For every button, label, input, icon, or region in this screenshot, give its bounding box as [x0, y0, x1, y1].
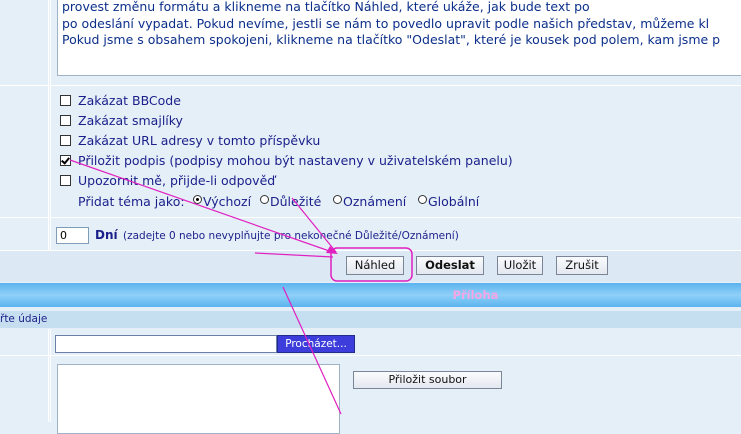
notify-reply-checkbox[interactable]: [60, 175, 71, 186]
message-line: provest změnu formátu a klikneme na tlač…: [62, 0, 590, 14]
notify-reply-label: Upozornit mě, přijde-li odpověď: [78, 173, 276, 188]
topic-type-label: Přidat téma jako:: [78, 194, 185, 209]
duration-label: Dní: [95, 228, 118, 242]
submit-button[interactable]: Odeslat: [416, 256, 484, 275]
topic-type-sticky-label: Důležité: [270, 194, 322, 209]
attachment-subheader-text: řte údaje: [0, 313, 48, 325]
topic-type-radio-default[interactable]: [193, 195, 202, 204]
disable-urls-checkbox[interactable]: [60, 135, 71, 146]
column-divider: [50, 0, 51, 250]
column-divider: [48, 329, 49, 422]
disable-smilies-label: Zakázat smajlíky: [78, 113, 183, 128]
topic-type-announcement-label: Oznámení: [343, 194, 407, 209]
file-path-input[interactable]: [55, 335, 277, 353]
attachment-header: Příloha: [0, 283, 741, 307]
save-button[interactable]: Uložit: [497, 256, 543, 275]
message-textarea[interactable]: provest změnu formátu a klikneme na tlač…: [57, 0, 741, 76]
topic-type-global-label: Globální: [428, 194, 480, 209]
preview-button[interactable]: Náhled: [346, 256, 404, 275]
row-divider: [0, 85, 741, 86]
disable-urls-label: Zakázat URL adresy v tomto příspěvku: [78, 133, 321, 148]
attach-file-button[interactable]: Přiložit soubor: [353, 371, 502, 389]
row-divider: [0, 355, 741, 356]
disable-bbcode-checkbox[interactable]: [60, 95, 71, 106]
disable-bbcode-label: Zakázat BBCode: [78, 93, 181, 108]
topic-type-radio-sticky[interactable]: [260, 195, 269, 204]
column-divider: [50, 329, 51, 422]
column-divider: [48, 0, 49, 250]
row-divider: [0, 217, 741, 218]
duration-days-input[interactable]: [56, 227, 89, 244]
topic-type-radio-announcement[interactable]: [333, 195, 342, 204]
browse-button[interactable]: Procházet...: [277, 335, 355, 353]
attach-signature-checkbox[interactable]: [60, 155, 71, 166]
topic-type-radio-global[interactable]: [418, 195, 427, 204]
attachment-header-title: Příloha: [452, 288, 499, 302]
cancel-button[interactable]: Zrušit: [556, 256, 608, 275]
disable-smilies-checkbox[interactable]: [60, 115, 71, 126]
file-comment-textarea[interactable]: [57, 364, 340, 434]
attachment-subheader: řte údaje: [0, 311, 741, 328]
attach-signature-label: Přiložit podpis (podpisy mohou být nasta…: [78, 153, 513, 168]
topic-type-default-label: Výchozí: [203, 194, 252, 209]
duration-hint: (zadejte 0 nebo nevyplňujte pro nekonečn…: [123, 230, 459, 242]
message-line: po odeslání vypadat. Pokud nevíme, jestl…: [62, 15, 710, 31]
message-line: Pokud jsme s obsahem spokojeni, klikneme…: [62, 32, 721, 47]
